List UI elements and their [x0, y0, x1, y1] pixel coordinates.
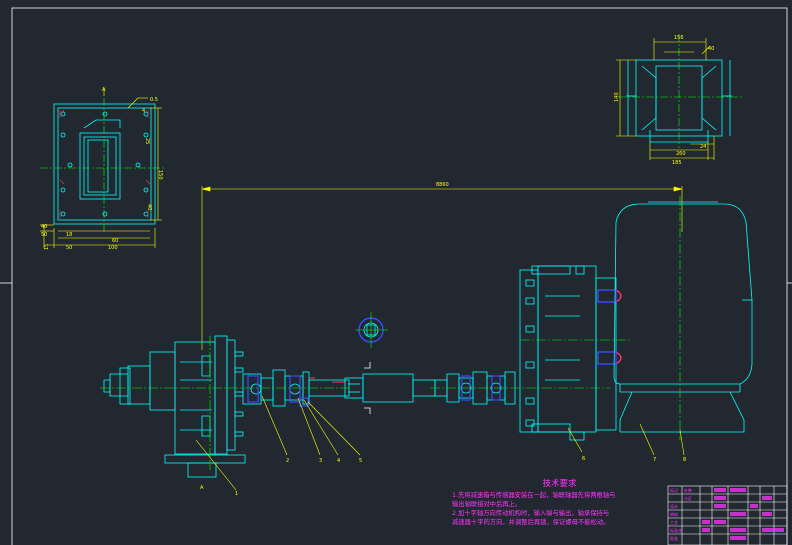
tech-requirements-title: 技术要求: [542, 479, 577, 489]
dim-text: 40: [41, 224, 47, 230]
tech-requirements-line: 1.先将减速箱与传感器安装在一起，轴联轴器先将两根轴与: [452, 492, 616, 499]
title-block-label: 审核: [670, 511, 678, 517]
title-block-label: 标记: [670, 487, 678, 493]
dim-text: 50: [66, 245, 72, 251]
balloon-label: 8: [683, 457, 686, 463]
dim-text: 4: [142, 108, 145, 114]
title-block-label: 标准化: [670, 527, 682, 533]
tech-requirements-line: 2.加十字轴万向传动机构时，输入端与输出，轴承保持与: [452, 510, 610, 517]
title-block-label: 设计: [670, 503, 678, 509]
dim-text: 18: [66, 232, 72, 238]
dim-text: 40: [708, 46, 714, 52]
balloon-label: 3: [319, 458, 322, 464]
tech-requirements-line: 减速器十字的方向，并调整后再锁，保证螺母不能松动。: [452, 519, 610, 526]
dim-text: 60: [112, 238, 118, 244]
balloon-label: 2: [286, 458, 289, 464]
view-a-label: A: [102, 87, 106, 93]
dim-text: 24: [700, 144, 706, 150]
dim-text: 40: [146, 204, 152, 210]
dim-text: 100: [108, 245, 118, 251]
balloon-label: 1: [235, 491, 238, 497]
dim-text: 150: [157, 170, 163, 180]
dim-text: 0.5: [150, 97, 158, 103]
engineering-drawing: A 0.5 4 150 40 25 50 40 15 18 50 60 100: [0, 0, 792, 545]
balloon-label: 6: [582, 456, 585, 462]
balloon-label: 7: [653, 457, 656, 463]
dim-text: 25: [144, 138, 150, 144]
tech-requirements-line: 输出轴联接对中后再上。: [452, 501, 522, 508]
tech-requirements: 技术要求 1.先将减速箱与传感器安装在一起，轴联轴器先将两根轴与 输出轴联接对中…: [452, 480, 667, 527]
title-block-label: 批准: [670, 535, 678, 541]
dim-text: 156: [674, 35, 684, 41]
title-block-label: 分区: [684, 495, 692, 501]
dim-text: 260: [676, 151, 686, 157]
balloon-label: 5: [359, 458, 362, 464]
title-block-label: 工艺: [670, 520, 678, 525]
balloon-label: 4: [337, 458, 340, 464]
title-block-label: 处数: [684, 487, 692, 493]
dim-text: 50: [41, 232, 47, 238]
dim-text: 15: [44, 244, 50, 250]
dim-text: 185: [672, 160, 682, 166]
dim-text: 140: [614, 92, 620, 102]
section-mark-label: A: [200, 485, 204, 491]
overall-dim-text: 8860: [436, 182, 449, 188]
